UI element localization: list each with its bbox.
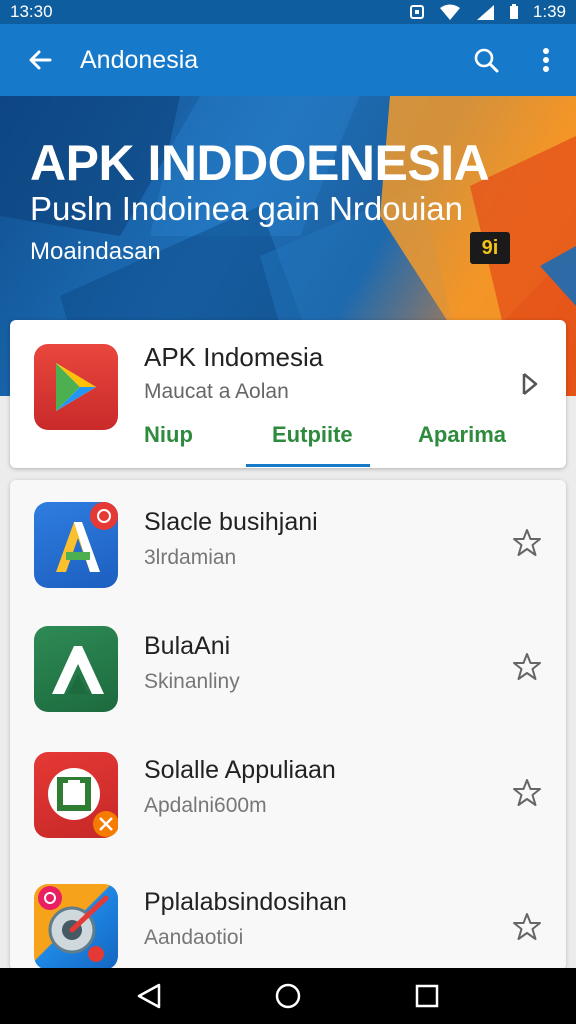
app-title: Slacle busihjani [144, 508, 318, 536]
star-icon[interactable] [512, 652, 542, 682]
star-icon[interactable] [512, 528, 542, 558]
circle-home-icon [275, 983, 301, 1009]
green-a-icon [34, 626, 118, 712]
star-icon[interactable] [512, 778, 542, 808]
notification-icon [409, 5, 424, 19]
app-title: Solalle Appuliaan [144, 756, 336, 784]
banner-subtitle: Pusln Indoinea gain Nrdouian [30, 190, 463, 227]
banner-title: APK INDDOENESIA [30, 135, 490, 191]
app-list: Slacle busihjani 3lrdamian BulaAni Skina… [10, 480, 566, 970]
tab-eutpiite[interactable]: Eutpiite [272, 422, 353, 448]
list-item[interactable]: Solalle Appuliaan Apdalni600m [10, 728, 566, 852]
app-title: BulaAni [144, 632, 231, 660]
status-clock: 1:39 [532, 2, 566, 21]
app-title: Pplalabsindosihan [144, 888, 347, 916]
battery-icon [509, 4, 518, 19]
app-subtitle: Aandaotioi [144, 926, 244, 949]
star-icon[interactable] [512, 912, 542, 942]
status-icons: 1:39 [409, 2, 566, 22]
overflow-menu-button[interactable] [516, 24, 576, 96]
featured-app-name: APK Indomesia [144, 342, 324, 372]
compass-icon [34, 884, 118, 970]
back-button[interactable] [0, 24, 80, 96]
chevron-right-icon [522, 373, 538, 395]
featured-app-subtitle: Maucat a Aolan [144, 380, 289, 403]
featured-app-card[interactable]: APK Indomesia Maucat a Aolan Niup Eutpii… [10, 320, 566, 468]
wifi-icon [439, 4, 460, 20]
featured-tabs: Niup Eutpiite Aparima [144, 420, 544, 468]
list-item[interactable]: BulaAni Skinanliny [10, 604, 566, 728]
nav-recents-button[interactable] [397, 968, 457, 1024]
system-nav-bar [0, 968, 576, 1024]
more-vert-icon [543, 48, 549, 72]
red-ring-icon [34, 752, 119, 838]
app-subtitle: Skinanliny [144, 670, 240, 693]
list-item[interactable]: Pplalabsindosihan Aandaotioi [10, 860, 566, 970]
app-subtitle: 3lrdamian [144, 546, 237, 569]
status-time: 13:30 [10, 2, 53, 21]
active-tab-indicator [246, 464, 370, 467]
play-store-icon [34, 344, 118, 430]
square-recents-icon [415, 984, 438, 1008]
search-icon [474, 48, 499, 73]
search-button[interactable] [456, 24, 516, 96]
list-item[interactable]: Slacle busihjani 3lrdamian [10, 480, 566, 604]
arrow-back-icon [29, 50, 52, 70]
nav-back-button[interactable] [119, 968, 179, 1024]
banner-badge: 9i [470, 232, 510, 264]
tab-aparima[interactable]: Aparima [418, 422, 506, 448]
triangle-back-icon [138, 983, 161, 1009]
page-title: Andonesia [80, 45, 199, 74]
app-bar: Andonesia [0, 24, 576, 96]
nav-home-button[interactable] [258, 968, 318, 1024]
app-subtitle: Apdalni600m [144, 794, 267, 817]
a-letter-icon [34, 502, 118, 588]
tab-niup[interactable]: Niup [144, 422, 193, 448]
status-bar: 13:30 1:39 [0, 0, 576, 24]
open-details-button[interactable] [514, 368, 546, 400]
signal-icon [476, 5, 494, 20]
banner-caption: Moaindasan [30, 238, 161, 265]
